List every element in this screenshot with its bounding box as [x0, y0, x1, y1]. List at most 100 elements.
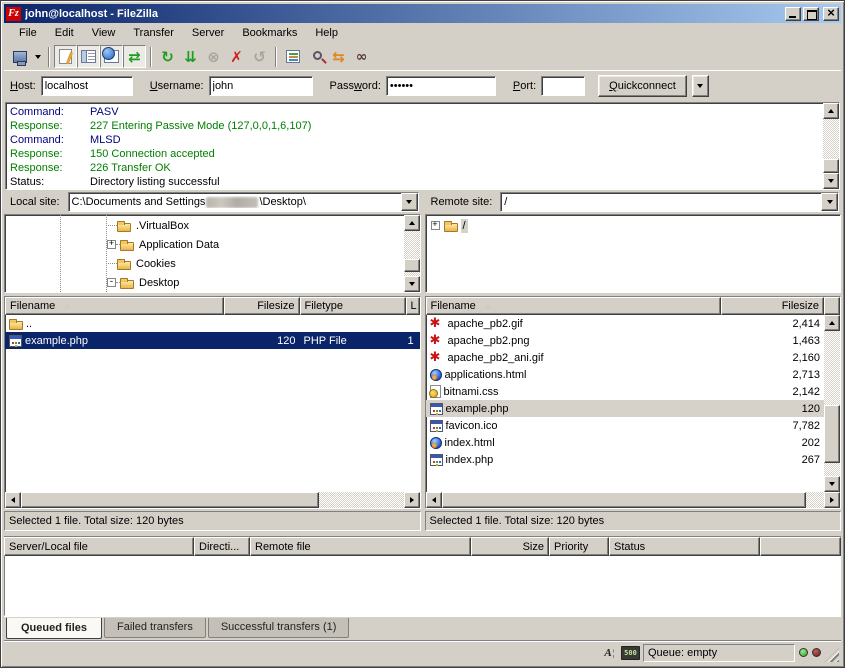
port-input[interactable] [541, 76, 585, 96]
column-header-server-local-file[interactable]: Server/Local file [4, 537, 194, 556]
file-row-parent-dir[interactable]: .. [5, 315, 420, 332]
folder-icon [9, 321, 23, 330]
file-row[interactable]: index.php 267 [426, 451, 825, 468]
column-header-priority[interactable]: Priority [549, 537, 609, 556]
port-label: Port: [513, 80, 536, 92]
synchronized-browsing-icon[interactable]: ⇆ [327, 45, 350, 68]
remote-list-hscrollbar[interactable] [426, 492, 841, 508]
refresh-icon[interactable]: ↻ [156, 45, 179, 68]
tree-item-virtualbox[interactable]: .VirtualBox [5, 216, 404, 235]
scroll-thumb[interactable] [824, 405, 840, 463]
tree-item-desktop[interactable]: - Desktop [5, 273, 404, 292]
directory-comparison-icon[interactable] [304, 45, 327, 68]
data-type-icon[interactable]: A [601, 645, 618, 661]
tab-successful-transfers[interactable]: Successful transfers (1) [208, 618, 350, 638]
file-row[interactable]: favicon.ico 7,782 [426, 417, 825, 434]
toggle-log-view-icon[interactable] [54, 45, 77, 68]
tab-queued-files[interactable]: Queued files [6, 618, 102, 639]
maximize-button[interactable] [803, 7, 819, 21]
quickconnect-button[interactable]: Quickconnect [598, 75, 687, 97]
tree-expander[interactable]: + [431, 221, 440, 230]
local-site-dropdown[interactable] [401, 193, 418, 211]
file-row-selected[interactable]: example.php 120 [426, 400, 825, 417]
column-header-remote-file[interactable]: Remote file [250, 537, 471, 556]
scroll-down-button[interactable] [404, 276, 420, 292]
column-header-last-modified[interactable]: L [406, 297, 420, 315]
column-header-status[interactable]: Status [609, 537, 760, 556]
file-row-example-php[interactable]: example.php 120 PHP File 1 [5, 332, 420, 349]
column-header-size[interactable]: Size [471, 537, 549, 556]
header-filler [760, 537, 841, 556]
menu-server[interactable]: Server [183, 25, 233, 41]
site-manager-dropdown[interactable] [31, 46, 44, 67]
local-list-hscrollbar[interactable] [5, 492, 420, 508]
column-header-filesize[interactable]: Filesize [721, 297, 824, 315]
scroll-thumb[interactable] [823, 159, 839, 173]
scroll-left-button[interactable] [5, 492, 21, 508]
file-row[interactable]: bitnami.css 2,142 [426, 383, 825, 400]
column-header-filename[interactable]: Filename [426, 297, 722, 315]
directory-listing-filters-icon[interactable] [281, 45, 304, 68]
queue-list[interactable] [4, 556, 841, 616]
column-header-filetype[interactable]: Filetype [300, 297, 406, 315]
quickconnect-dropdown[interactable] [692, 75, 709, 97]
process-queue-icon[interactable]: ⇊ [179, 45, 202, 68]
tree-item-cookies[interactable]: Cookies [5, 254, 404, 273]
scroll-down-button[interactable] [824, 476, 840, 492]
menu-view[interactable]: View [83, 25, 125, 41]
file-row[interactable]: apache_pb2_ani.gif 2,160 [426, 349, 825, 366]
cancel-operation-icon[interactable]: ⊗ [202, 45, 225, 68]
menu-bookmarks[interactable]: Bookmarks [233, 25, 306, 41]
tree-expander[interactable]: - [107, 278, 116, 287]
ico-file-icon [430, 420, 443, 432]
menu-edit[interactable]: Edit [46, 25, 83, 41]
password-input[interactable] [386, 76, 496, 96]
scroll-up-button[interactable] [824, 315, 840, 331]
title-bar[interactable]: Fz john@localhost - FileZilla [4, 4, 841, 23]
log-scrollbar[interactable] [823, 103, 839, 189]
remote-site-combo[interactable]: / [500, 192, 839, 212]
file-row[interactable]: apache_pb2.gif 2,414 [426, 315, 825, 332]
scroll-left-button[interactable] [426, 492, 442, 508]
column-header-direction[interactable]: Directi... [194, 537, 250, 556]
scroll-right-button[interactable] [404, 492, 420, 508]
disconnect-icon[interactable]: ✗ [225, 45, 248, 68]
minimize-button[interactable] [785, 7, 801, 21]
username-input[interactable] [209, 76, 313, 96]
speed-limit-icon[interactable]: 500 [622, 645, 639, 661]
toggle-remote-tree-icon[interactable] [100, 45, 123, 68]
column-header-filesize[interactable]: Filesize [224, 297, 300, 315]
resize-grip[interactable] [825, 648, 839, 662]
menu-help[interactable]: Help [306, 25, 347, 41]
column-header-filename[interactable]: Filename [5, 297, 224, 315]
remote-site-dropdown[interactable] [821, 193, 838, 211]
file-row[interactable]: index.html 202 [426, 434, 825, 451]
host-input[interactable] [41, 76, 133, 96]
file-row[interactable]: applications.html 2,713 [426, 366, 825, 383]
reconnect-icon[interactable]: ↺ [248, 45, 271, 68]
menu-transfer[interactable]: Transfer [124, 25, 183, 41]
scroll-up-button[interactable] [404, 215, 420, 231]
toggle-local-tree-icon[interactable] [77, 45, 100, 68]
folder-icon [117, 223, 131, 232]
find-files-icon[interactable]: ∞ [350, 45, 373, 68]
toggle-queue-view-icon[interactable]: ⇄ [123, 45, 146, 68]
scroll-thumb[interactable] [404, 259, 420, 272]
scroll-right-button[interactable] [824, 492, 840, 508]
site-manager-icon[interactable] [8, 45, 31, 68]
tree-item-root[interactable]: + / [426, 216, 841, 235]
scroll-up-button[interactable] [823, 103, 839, 119]
filezilla-logo-icon: Fz [6, 7, 21, 21]
remote-list-scrollbar[interactable] [824, 315, 840, 492]
close-button[interactable] [823, 7, 839, 21]
tree-expander[interactable]: + [107, 240, 116, 249]
tab-failed-transfers[interactable]: Failed transfers [104, 618, 206, 638]
scroll-thumb[interactable] [442, 492, 807, 508]
tree-item-application-data[interactable]: + Application Data [5, 235, 404, 254]
file-row[interactable]: apache_pb2.png 1,463 [426, 332, 825, 349]
scroll-thumb[interactable] [21, 492, 319, 508]
menu-file[interactable]: File [10, 25, 46, 41]
local-site-combo[interactable]: C:\Documents and Settings\Desktop\ [68, 192, 419, 212]
local-tree-scrollbar[interactable] [404, 215, 420, 292]
scroll-down-button[interactable] [823, 173, 839, 189]
